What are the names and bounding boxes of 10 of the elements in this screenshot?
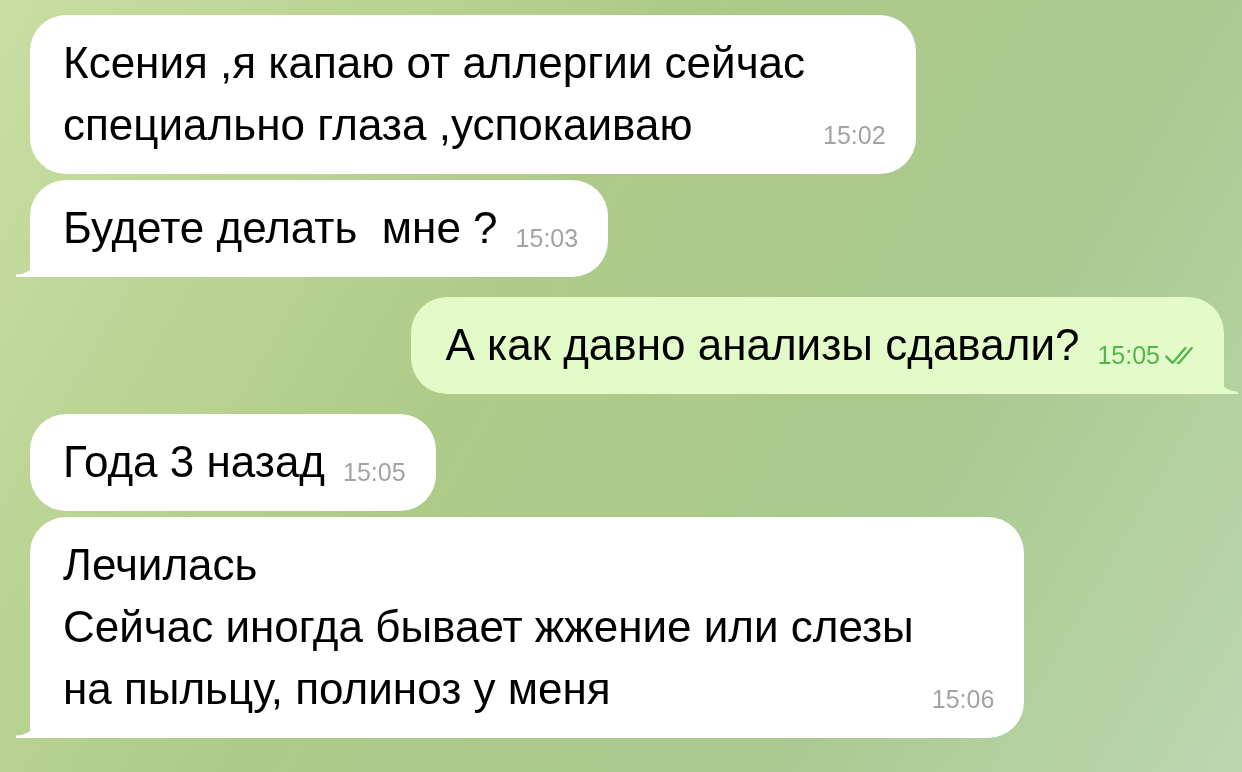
message-text: Ксения ,я капаю от аллергии сейчас специально глаза ,успокаиваю	[63, 37, 806, 151]
message-time: 15:03	[515, 223, 579, 254]
message-time: 15:02	[823, 120, 886, 151]
message-text: Года 3 назад	[63, 436, 326, 488]
message-text: Лечилась Сейчас иногда бывает жжение или слезы на пыльцу, полиноз у меня	[63, 539, 914, 715]
message-time: 15:06	[931, 684, 995, 715]
message-text: Будете делать мне ?	[63, 202, 498, 254]
message-time: 15:05	[343, 457, 406, 488]
message-time: 15:05	[1097, 340, 1194, 376]
message-text: А как давно анализы сдавали?	[445, 319, 1080, 371]
